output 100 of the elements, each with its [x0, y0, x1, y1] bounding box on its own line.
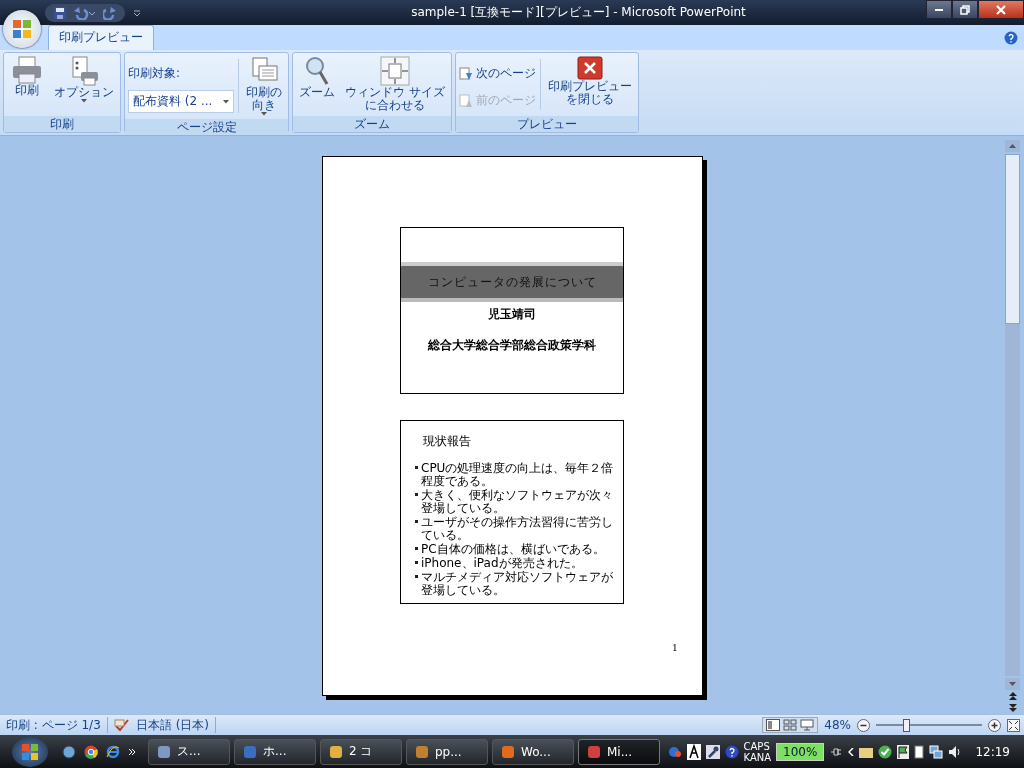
- bullet-icon: [415, 466, 418, 469]
- office-logo-icon: [11, 18, 33, 40]
- window-title: sample-1 [互換モード][プレビュー] - Microsoft PowerPoint: [410, 4, 747, 21]
- chevron-icon[interactable]: [128, 747, 136, 756]
- scroll-thumb[interactable]: [1005, 154, 1020, 324]
- bullet-text: PC自体の価格は、横ばいである。: [421, 543, 605, 556]
- print-what-dropdown[interactable]: 配布資料 (2 ...: [128, 90, 234, 113]
- options-printer-icon: [69, 56, 99, 86]
- normal-view-icon[interactable]: [766, 719, 781, 731]
- customize-caret-icon[interactable]: [133, 8, 141, 17]
- dropdown-caret-icon: [81, 99, 87, 103]
- down-arrow-icon: [1009, 682, 1016, 686]
- clock: 12:19: [975, 744, 1010, 759]
- group-label: プレビュー: [455, 116, 638, 132]
- ribbon-button[interactable]: 印刷: [7, 55, 47, 98]
- slide-show-icon[interactable]: [800, 719, 815, 731]
- help-icon[interactable]: [724, 744, 739, 759]
- page-number: 1: [672, 641, 678, 653]
- slide-subtitle: 総合大学総合学部総合政策学科: [428, 337, 596, 354]
- magnifier-icon: [305, 56, 329, 86]
- input-mode-icon[interactable]: [686, 743, 701, 760]
- printer-icon: [12, 56, 42, 84]
- slide-title: 現状報告: [423, 433, 472, 450]
- ribbon-button[interactable]: 次のページ: [458, 65, 536, 82]
- ribbon-tab[interactable]: 印刷プレビュー: [48, 25, 154, 50]
- save-icon[interactable]: [53, 5, 67, 20]
- undo-icon[interactable]: [73, 5, 97, 20]
- spellcheck-icon: [113, 718, 130, 732]
- app-icon: [501, 744, 515, 759]
- app-icon: [329, 744, 343, 759]
- language-bar-icon[interactable]: [667, 744, 682, 759]
- zoom-in-icon[interactable]: [988, 718, 1001, 732]
- scroll-up-button[interactable]: [1005, 140, 1020, 152]
- app-icon: [243, 744, 257, 759]
- scroll-down-button[interactable]: [1005, 678, 1020, 690]
- taskbar-button[interactable]: pp...: [406, 738, 488, 765]
- network-icon[interactable]: [929, 744, 944, 759]
- slide-sorter-icon[interactable]: [783, 719, 798, 731]
- bullet-icon: [415, 520, 418, 523]
- bullet-text: 大きく、便利なソフトウェアが次々登場している。: [421, 489, 614, 515]
- kana-indicator: KANA: [743, 751, 772, 763]
- up-arrow-icon: [1009, 144, 1016, 148]
- next-page-icon: [458, 66, 473, 81]
- battery-indicator: 100%: [776, 742, 825, 761]
- redo-icon[interactable]: [103, 5, 117, 20]
- bullet-text: iPhone、iPadが発売された。: [421, 557, 583, 570]
- zoom-level[interactable]: 48%: [824, 718, 851, 732]
- ribbon-button[interactable]: オプション: [51, 55, 117, 104]
- caps-lock-indicator: CAPS: [743, 740, 771, 752]
- bullet-text: CPUの処理速度の向上は、毎年２倍程度である。: [421, 462, 615, 488]
- field-label: 印刷対象:: [128, 65, 182, 82]
- check-shield-icon[interactable]: [878, 744, 893, 759]
- fit-to-window-icon[interactable]: [1007, 718, 1020, 732]
- slide-author: 児玉靖司: [488, 306, 536, 323]
- ribbon-button[interactable]: ウィンドウ サイズ に合わせる: [342, 55, 448, 113]
- page-status: 印刷 : ページ 1/3: [6, 716, 101, 734]
- group-label: ズーム: [293, 116, 451, 132]
- chrome-icon[interactable]: [84, 744, 98, 759]
- restore-button[interactable]: [952, 0, 978, 19]
- restore-icon: [960, 4, 970, 15]
- minimize-button[interactable]: [926, 0, 952, 19]
- app-icon: [587, 744, 601, 759]
- fit-window-icon: [379, 56, 410, 86]
- taskbar-button[interactable]: ホ...: [234, 738, 316, 765]
- minimize-icon: [935, 8, 943, 11]
- bullet-text: ユーザがその操作方法習得に苦労している。: [421, 516, 614, 542]
- browser-e-icon[interactable]: [106, 744, 120, 759]
- start-button[interactable]: [12, 736, 48, 767]
- taskbar-button[interactable]: Wo...: [492, 738, 574, 765]
- flag-icon[interactable]: [897, 744, 910, 759]
- language-status: 日本語 (日本): [135, 716, 209, 734]
- bullet-text: マルチメディア対応ソフトウェアが登場している。: [421, 571, 614, 597]
- bullet-icon: [415, 561, 418, 564]
- dropdown-caret-icon: [261, 112, 267, 116]
- taskbar-button[interactable]: 2 コ: [320, 738, 402, 765]
- slide-title: コンピュータの発展について: [401, 262, 623, 302]
- zoom-out-icon[interactable]: [857, 718, 870, 732]
- ribbon-button[interactable]: ズーム: [296, 55, 338, 100]
- speaker-icon[interactable]: [948, 744, 963, 759]
- wrench-icon[interactable]: [705, 744, 720, 759]
- taskbar-button[interactable]: ス...: [148, 738, 230, 765]
- close-button[interactable]: [978, 0, 1024, 19]
- app-icon: [157, 744, 171, 759]
- group-label: 印刷: [4, 116, 120, 132]
- office-button[interactable]: [3, 10, 41, 48]
- dropdown-caret-icon: [223, 99, 229, 104]
- zoom-slider-thumb[interactable]: [902, 718, 910, 732]
- close-preview-icon: [576, 56, 603, 80]
- close-icon: [996, 4, 1006, 15]
- windows-logo-icon: [21, 742, 39, 761]
- ribbon-button[interactable]: 印刷の 向き: [243, 55, 285, 117]
- ribbon-button[interactable]: 印刷プレビュー を閉じる: [544, 55, 635, 107]
- taskbar-button[interactable]: Mi...: [578, 738, 660, 765]
- folder-icon[interactable]: [859, 745, 874, 758]
- bullet-icon: [415, 493, 418, 496]
- bullet-icon: [415, 575, 418, 578]
- next-page-arrow-icon[interactable]: [1008, 703, 1017, 712]
- previous-page-arrow-icon[interactable]: [1008, 692, 1017, 701]
- chevron-left-icon[interactable]: [848, 747, 855, 756]
- app-icon: [415, 744, 429, 759]
